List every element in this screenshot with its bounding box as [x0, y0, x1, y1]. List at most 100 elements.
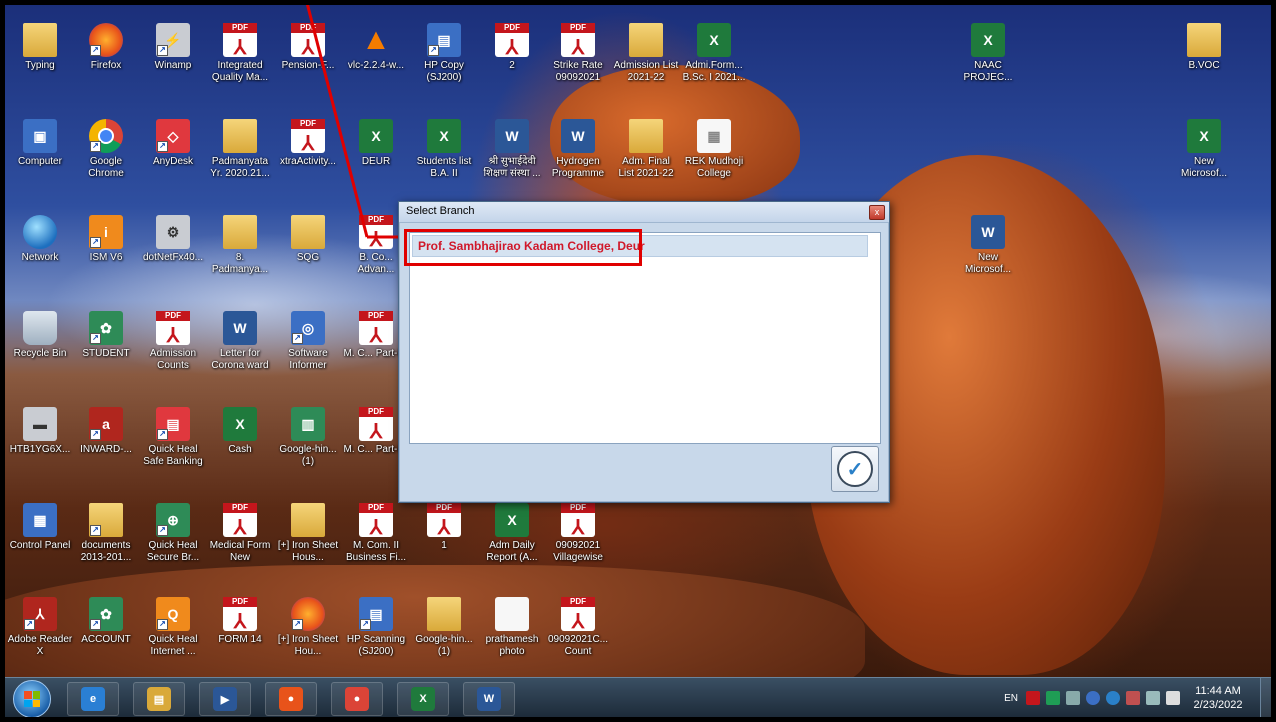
desktop-icon-label: Google-hin... (1) [415, 634, 473, 657]
desktop-icon[interactable]: Strike Rate 09092021 [545, 23, 611, 84]
desktop-icon[interactable]: i ↗ ISM V6 [73, 215, 139, 264]
desktop-icon[interactable]: Admission List 2021-22 [613, 23, 679, 84]
desktop-icon[interactable]: X Students list B.A. II [411, 119, 477, 180]
taskbar-word-button[interactable]: W [463, 682, 515, 716]
taskbar-file-explorer-button[interactable]: ▤ [133, 682, 185, 716]
pdf-icon [427, 503, 461, 537]
taskbar-excel-button[interactable]: X [397, 682, 449, 716]
excel-icon: X [223, 407, 257, 441]
desktop-icon[interactable]: ⚡ ↗ Winamp [140, 23, 206, 72]
desktop-icon-label: Hydrogen Programme [551, 156, 605, 179]
desktop-icon[interactable]: W Hydrogen Programme [545, 119, 611, 180]
taskbar-media-player-button[interactable]: ▶ [199, 682, 251, 716]
desktop-icon[interactable]: ↗ [+] Iron Sheet Hou... [275, 597, 341, 658]
desktop-icon[interactable]: M. Com. II Business Fi... [343, 503, 409, 564]
desktop-icon[interactable]: Q ↗ Quick Heal Internet ... [140, 597, 206, 658]
desktop-icon[interactable]: Padmanyata Yr. 2020.21... [207, 119, 273, 180]
desktop-icon[interactable]: ✿ ↗ ACCOUNT [73, 597, 139, 646]
dialog-title: Select Branch [406, 205, 475, 217]
desktop-icon[interactable]: [+] Iron Sheet Hous... [275, 503, 341, 564]
pdf-icon [291, 23, 325, 57]
taskbar-internet-explorer-button[interactable]: e [67, 682, 119, 716]
bluetooth-tray-icon[interactable] [1086, 691, 1100, 705]
shortcut-arrow-icon: ↗ [157, 141, 168, 152]
desktop-icon[interactable]: FORM 14 [207, 597, 273, 646]
quickheal-tray-icon[interactable] [1046, 691, 1060, 705]
desktop-icon[interactable]: 1 [411, 503, 477, 552]
shortcut-arrow-icon: ↗ [90, 45, 101, 56]
desktop-icon[interactable]: Google-hin... (1) [411, 597, 477, 658]
desktop-icon[interactable]: ⚙ dotNetFx40... [140, 215, 206, 264]
show-desktop-button[interactable] [1260, 678, 1271, 717]
taskbar-chrome-button[interactable]: ● [331, 682, 383, 716]
desktop-icon[interactable]: Typing [7, 23, 73, 72]
network-tray-icon[interactable] [1066, 691, 1080, 705]
desktop-icon[interactable]: Recycle Bin [7, 311, 73, 360]
desktop-icon[interactable]: ▤ ↗ HP Scanning (SJ200) [343, 597, 409, 658]
desktop-icon-label: Control Panel [9, 540, 71, 551]
desktop-icon-label: DEUR [361, 156, 391, 167]
desktop-icon[interactable]: ▬ HTB1YG6X... [7, 407, 73, 456]
desktop-icon[interactable]: ▥ Google-hin... (1) [275, 407, 341, 468]
start-button[interactable] [13, 680, 51, 717]
adobe-tray-icon[interactable] [1026, 691, 1040, 705]
clock[interactable]: 11:44 AM 2/23/2022 [1186, 684, 1250, 712]
excel-icon: X [697, 23, 731, 57]
desktop-icon[interactable]: ↗ Google Chrome [73, 119, 139, 180]
desktop-icon[interactable]: ⊕ ↗ Quick Heal Secure Br... [140, 503, 206, 564]
desktop-icon[interactable]: ▤ ↗ Quick Heal Safe Banking [140, 407, 206, 468]
desktop-icon[interactable]: ⅄ ↗ Adobe Reader X [7, 597, 73, 658]
close-button[interactable]: x [869, 205, 885, 220]
desktop-icon[interactable]: ▤ ↗ HP Copy (SJ200) [411, 23, 477, 84]
language-indicator[interactable]: EN [1004, 693, 1018, 704]
desktop-icon[interactable]: ▦ Control Panel [7, 503, 73, 552]
desktop-icon[interactable]: SQG [275, 215, 341, 264]
search-tray-icon[interactable] [1106, 691, 1120, 705]
ok-button[interactable]: ✓ [831, 446, 879, 492]
desktop-icon[interactable]: B.VOC [1171, 23, 1237, 72]
desktop-icon[interactable]: Admission Counts [140, 311, 206, 372]
desktop-icon[interactable]: X NAAC PROJEC... [955, 23, 1021, 84]
volume-icon[interactable] [1166, 691, 1180, 705]
desktop-icon[interactable]: ▲ vlc-2.2.4-w... [343, 23, 409, 72]
desktop-icon[interactable]: Adm. Final List 2021-22 [613, 119, 679, 180]
desktop-icon[interactable]: 8. Padmanya... [207, 215, 273, 276]
desktop-icon[interactable]: 09092021C... Count [545, 597, 611, 658]
desktop-icon[interactable]: a ↗ INWARD-... [73, 407, 139, 456]
desktop-icon[interactable]: Integrated Quality Ma... [207, 23, 273, 84]
desktop-icon[interactable]: X DEUR [343, 119, 409, 168]
desktop-icon[interactable]: Medical Form New [207, 503, 273, 564]
desktop-icon[interactable]: ✿ ↗ STUDENT [73, 311, 139, 360]
shortcut-arrow-icon: ↗ [90, 619, 101, 630]
excel-icon: X [411, 687, 435, 711]
orange-icon: i ↗ [89, 215, 123, 249]
desktop-icon[interactable]: ◇ ↗ AnyDesk [140, 119, 206, 168]
word-icon: W [223, 311, 257, 345]
desktop-icon[interactable]: ◎ ↗ Software Informer [275, 311, 341, 372]
blue-icon: ▣ [23, 119, 57, 153]
desktop-icon[interactable]: W श्री सुभाईदेवी शिक्षण संस्था ... [479, 119, 545, 180]
desktop-icon[interactable]: X Adm Daily Report (A... [479, 503, 545, 564]
desktop-icon[interactable]: W New Microsof... [955, 215, 1021, 276]
shortcut-arrow-icon: ↗ [157, 525, 168, 536]
desktop-icon[interactable]: X Cash [207, 407, 273, 456]
desktop-icon[interactable]: ▦ REK Mudhoji College [681, 119, 747, 180]
action-center-flag-icon[interactable] [1126, 691, 1140, 705]
desktop[interactable]: Typing ↗ Firefox ⚡↗ Winamp Integrated Quality… [5, 5, 1271, 677]
desktop-icon[interactable]: ↗ documents 2013-201... [73, 503, 139, 564]
desktop-icon[interactable]: Pension-F... [275, 23, 341, 72]
desktop-icon[interactable]: W Letter for Corona ward [207, 311, 273, 372]
desktop-icon[interactable]: X Admi.Form... B.Sc. I 2021... [681, 23, 747, 84]
desktop-icon[interactable]: xtraActivity... [275, 119, 341, 168]
desktop-icon[interactable]: Network [7, 215, 73, 264]
dialog-titlebar[interactable]: Select Branch x [399, 202, 889, 223]
desktop-icon[interactable]: X New Microsof... [1171, 119, 1237, 180]
desktop-icon[interactable]: 2 [479, 23, 545, 72]
globe-icon [23, 215, 57, 249]
network-status-icon[interactable] [1146, 691, 1160, 705]
taskbar-firefox-button[interactable]: ● [265, 682, 317, 716]
desktop-icon[interactable]: ▣ Computer [7, 119, 73, 168]
desktop-icon[interactable]: prathamesh photo [479, 597, 545, 658]
desktop-icon[interactable]: 09092021 Villagewise [545, 503, 611, 564]
desktop-icon[interactable]: ↗ Firefox [73, 23, 139, 72]
